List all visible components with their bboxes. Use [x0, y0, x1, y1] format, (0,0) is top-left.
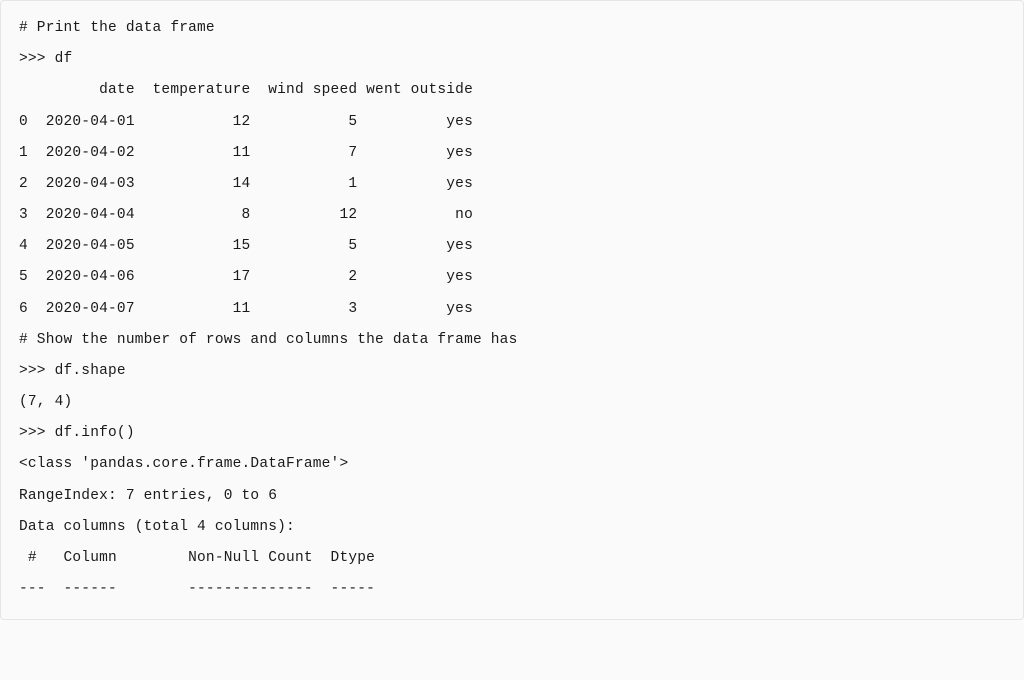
code-line: # Show the number of rows and columns th…: [19, 332, 517, 348]
code-line: RangeIndex: 7 entries, 0 to 6: [19, 488, 277, 504]
code-line: >>> df.shape: [19, 363, 126, 379]
code-line: date temperature wind speed went outside: [19, 82, 473, 98]
code-line: <class 'pandas.core.frame.DataFrame'>: [19, 456, 348, 472]
code-line: 2 2020-04-03 14 1 yes: [19, 176, 473, 192]
code-line: 3 2020-04-04 8 12 no: [19, 207, 473, 223]
code-line: --- ------ -------------- -----: [19, 581, 375, 597]
code-output-block: # Print the data frame >>> df date tempe…: [0, 0, 1024, 620]
code-line: 6 2020-04-07 11 3 yes: [19, 301, 473, 317]
code-line: # Print the data frame: [19, 20, 215, 36]
code-line: 1 2020-04-02 11 7 yes: [19, 145, 473, 161]
code-line: # Column Non-Null Count Dtype: [19, 550, 375, 566]
code-line: >>> df.info(): [19, 425, 135, 441]
code-line: 5 2020-04-06 17 2 yes: [19, 269, 473, 285]
code-line: Data columns (total 4 columns):: [19, 519, 295, 535]
code-line: (7, 4): [19, 394, 72, 410]
code-line: 0 2020-04-01 12 5 yes: [19, 114, 473, 130]
code-line: >>> df: [19, 51, 72, 67]
code-line: 4 2020-04-05 15 5 yes: [19, 238, 473, 254]
